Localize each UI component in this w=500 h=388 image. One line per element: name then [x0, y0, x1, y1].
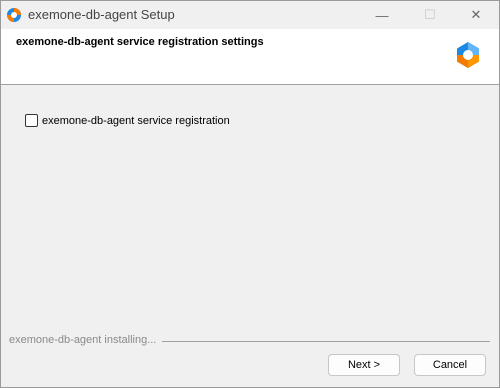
maximize-button[interactable]: ☐: [407, 1, 453, 29]
minimize-button[interactable]: —: [359, 1, 405, 29]
status-line: exemone-db-agent installing...: [9, 334, 490, 346]
next-button[interactable]: Next >: [328, 354, 400, 376]
service-registration-checkbox[interactable]: [25, 114, 38, 127]
status-text: exemone-db-agent installing...: [9, 334, 157, 346]
exemone-logo-icon: [453, 40, 483, 70]
status-divider: [162, 340, 490, 342]
title-bar[interactable]: exemone-db-agent Setup — ☐ ✕: [1, 1, 499, 29]
service-registration-label[interactable]: exemone-db-agent service registration: [42, 115, 230, 127]
service-registration-option[interactable]: exemone-db-agent service registration: [25, 114, 230, 127]
setup-window: exemone-db-agent Setup — ☐ ✕ exemone-db-…: [0, 0, 500, 388]
cancel-button[interactable]: Cancel: [414, 354, 486, 376]
close-button[interactable]: ✕: [453, 1, 499, 29]
window-title: exemone-db-agent Setup: [28, 7, 175, 22]
app-logo-icon: [6, 7, 22, 23]
page-title: exemone-db-agent service registration se…: [16, 36, 264, 48]
wizard-header: exemone-db-agent service registration se…: [1, 29, 499, 85]
